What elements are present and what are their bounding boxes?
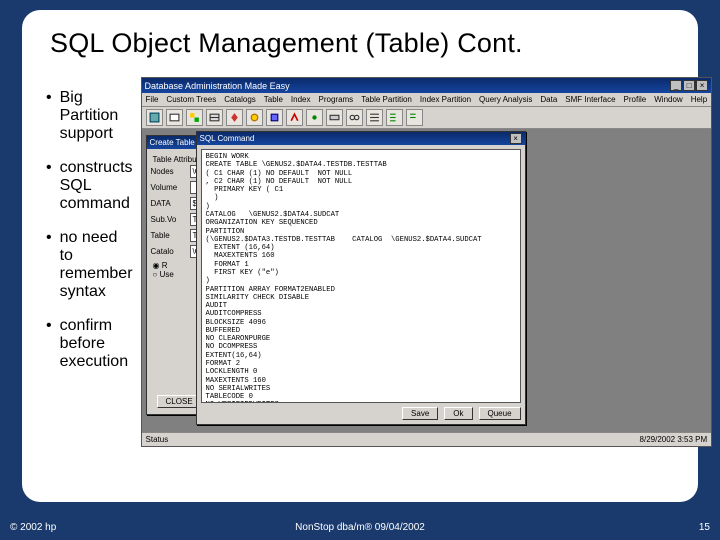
close-button[interactable]: ×	[696, 80, 708, 91]
app-titlebar: Database Administration Made Easy _ □ ×	[142, 78, 712, 93]
ok-button[interactable]: Ok	[444, 407, 472, 420]
toolbar-icon[interactable]	[246, 109, 263, 126]
toolbar-icon[interactable]	[386, 109, 403, 126]
toolbar-icon[interactable]	[166, 109, 183, 126]
page-title: SQL Object Management (Table) Cont.	[50, 28, 670, 59]
bullet-list: Big Partition support constructs SQL com…	[46, 77, 133, 447]
menu-item[interactable]: Catalogs	[224, 95, 256, 104]
toolbar-icon[interactable]	[326, 109, 343, 126]
slide-footer: © 2002 hp NonStop dba/m® 09/04/2002 15	[0, 518, 720, 540]
queue-button[interactable]: Queue	[479, 407, 521, 420]
sql-code-box[interactable]: BEGIN WORK CREATE TABLE \GENUS2.$DATA4.T…	[201, 149, 521, 403]
app-title: Database Administration Made Easy	[145, 81, 290, 91]
window-buttons: _ □ ×	[670, 80, 708, 91]
slide: SQL Object Management (Table) Cont. Big …	[0, 0, 720, 540]
menu-item[interactable]: Custom Trees	[166, 95, 216, 104]
bullet-text: no need to remember syntax	[60, 229, 133, 301]
menu-item[interactable]: Help	[691, 95, 707, 104]
bullet-item: Big Partition support	[46, 89, 133, 143]
bullet-item: no need to remember syntax	[46, 229, 133, 301]
menu-item[interactable]: Profile	[624, 95, 647, 104]
save-button[interactable]: Save	[402, 407, 438, 420]
content-panel: SQL Object Management (Table) Cont. Big …	[22, 10, 698, 502]
bullet-text: Big Partition support	[60, 89, 133, 143]
toolbar-icon[interactable]	[186, 109, 203, 126]
toolbar-icon[interactable]	[366, 109, 383, 126]
bullet-text: constructs SQL command	[60, 159, 133, 213]
close-icon[interactable]: ×	[510, 133, 522, 144]
bullet-item: constructs SQL command	[46, 159, 133, 213]
content-row: Big Partition support constructs SQL com…	[46, 77, 674, 447]
radio-label: R	[162, 261, 168, 270]
menu-item[interactable]: File	[146, 95, 159, 104]
field-label: Table	[151, 231, 187, 240]
toolbar-icon[interactable]	[206, 109, 223, 126]
window-title: Create Table	[150, 138, 195, 147]
menu-item[interactable]: SMF Interface	[565, 95, 615, 104]
menu-item[interactable]: Query Analysis	[479, 95, 532, 104]
toolbar	[142, 107, 712, 129]
menu-item[interactable]: Index	[291, 95, 311, 104]
toolbar-icon[interactable]	[266, 109, 283, 126]
button-row: Save Ok Queue	[201, 403, 521, 420]
status-bar: Status 8/29/2002 3:53 PM	[142, 432, 712, 446]
workspace: Create Table × Table Attributes Nodes\GE…	[142, 129, 712, 432]
toolbar-icon[interactable]	[406, 109, 423, 126]
toolbar-icon[interactable]	[346, 109, 363, 126]
footer-center: NonStop dba/m® 09/04/2002	[0, 522, 720, 533]
bullet-text: confirm before execution	[60, 317, 133, 371]
sql-command-window: SQL Command × BEGIN WORK CREATE TABLE \G…	[196, 131, 526, 425]
maximize-button[interactable]: □	[683, 80, 695, 91]
field-label: DATA	[151, 199, 187, 208]
menu-item[interactable]: Data	[540, 95, 557, 104]
menu-item[interactable]: Index Partition	[420, 95, 471, 104]
window-title: SQL Command	[200, 134, 255, 143]
menu-item[interactable]: Table Partition	[361, 95, 412, 104]
toolbar-icon[interactable]	[306, 109, 323, 126]
toolbar-icon[interactable]	[286, 109, 303, 126]
menu-item[interactable]: Window	[654, 95, 682, 104]
window-body: BEGIN WORK CREATE TABLE \GENUS2.$DATA4.T…	[197, 145, 525, 424]
toolbar-icon[interactable]	[226, 109, 243, 126]
bullet-item: confirm before execution	[46, 317, 133, 371]
status-label: Status	[146, 435, 169, 444]
toolbar-icon[interactable]	[146, 109, 163, 126]
menu-item[interactable]: Table	[264, 95, 283, 104]
field-label: Catalo	[151, 247, 187, 256]
minimize-button[interactable]: _	[670, 80, 682, 91]
field-label: Volume	[151, 183, 187, 192]
field-label: Nodes	[151, 167, 187, 176]
app-window: Database Administration Made Easy _ □ × …	[141, 77, 713, 447]
menu-bar: File Custom Trees Catalogs Table Index P…	[142, 93, 712, 107]
status-time: 8/29/2002 3:53 PM	[640, 435, 708, 444]
window-titlebar: SQL Command ×	[197, 132, 525, 145]
radio-label: Use	[160, 270, 174, 279]
menu-item[interactable]: Programs	[319, 95, 354, 104]
field-label: Sub.Vo	[151, 215, 187, 224]
